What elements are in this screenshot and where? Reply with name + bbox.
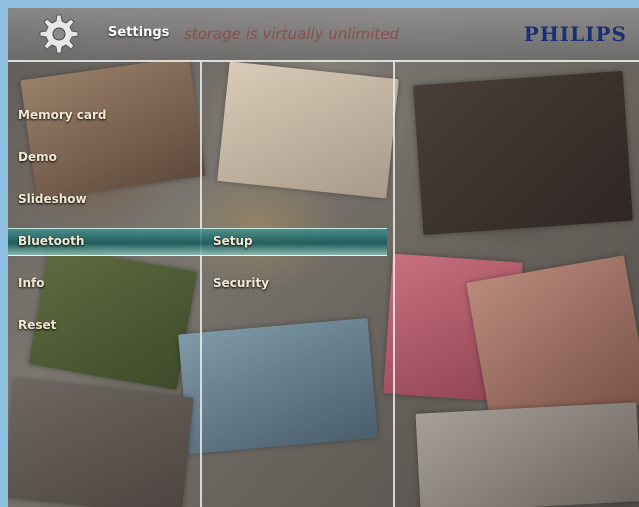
menu-item-label: Memory card [18,108,107,122]
menu-item-label: Info [18,276,45,290]
menu-item-slideshow[interactable]: Slideshow [8,186,198,212]
menu-item-reset[interactable]: Reset [8,312,198,338]
column-divider [393,62,395,507]
menu-item-demo[interactable]: Demo [8,144,198,170]
background-caption: storage is virtually unlimited [184,25,400,43]
column-divider [200,62,202,507]
background-photo [8,378,194,507]
menu-item-info[interactable]: Info [8,270,198,296]
header-bar: Settings storage is virtually unlimited … [8,8,639,62]
menu-item-bluetooth[interactable]: Bluetooth [8,228,198,254]
brand-logo: PHILIPS [523,22,627,46]
submenu-item-security[interactable]: Security [203,270,391,296]
menu-item-label: Slideshow [18,192,87,206]
background-photo [20,56,206,200]
background-photo [415,402,639,507]
submenu-item-label: Security [213,276,270,290]
gear-icon [38,13,80,55]
menu-item-label: Bluetooth [18,234,85,248]
background-photo [178,317,378,455]
menu-item-label: Reset [18,318,57,332]
menu-item-label: Demo [18,150,57,164]
page-title: Settings [108,25,170,40]
photo-frame-screen: Settings storage is virtually unlimited … [8,8,639,507]
background-photo [217,61,399,199]
background-photo [413,70,633,236]
submenu-item-label: Setup [213,234,253,248]
submenu-item-setup[interactable]: Setup [203,228,391,254]
menu-item-memory-card[interactable]: Memory card [8,102,198,128]
